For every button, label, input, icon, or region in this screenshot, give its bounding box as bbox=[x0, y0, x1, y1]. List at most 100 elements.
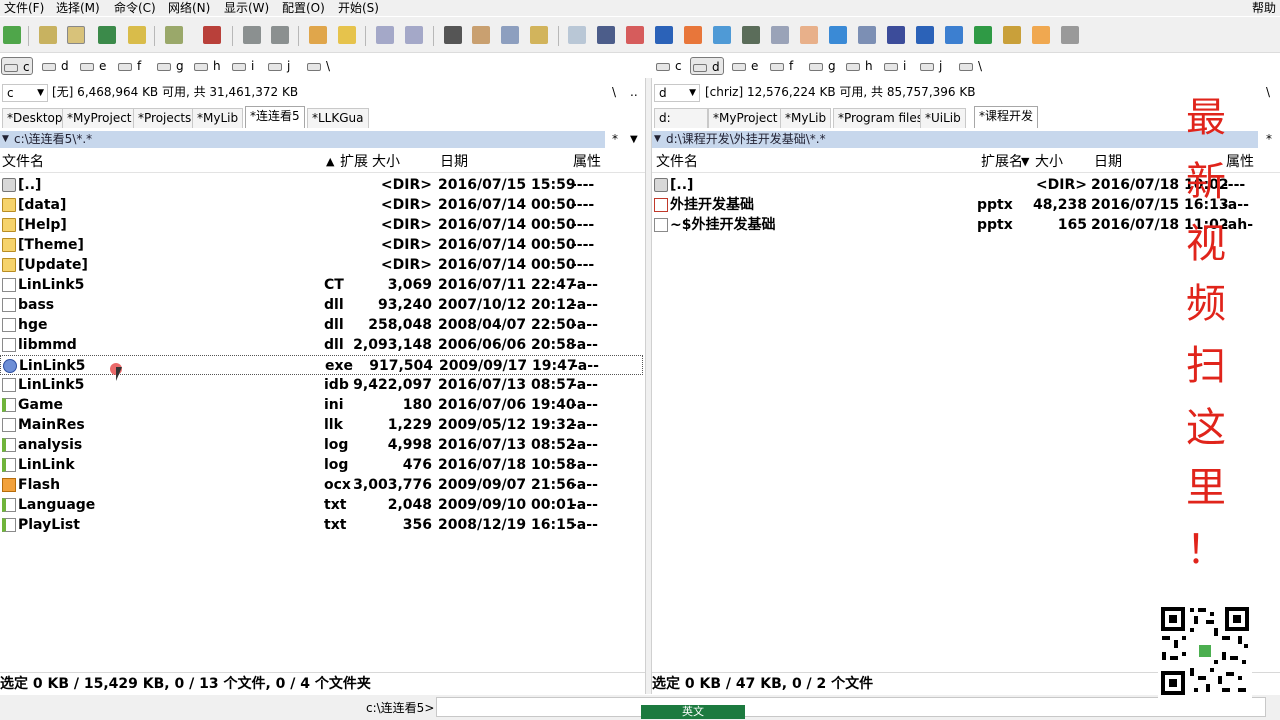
left-drive-d[interactable]: d bbox=[40, 57, 69, 75]
file-row[interactable]: MainRes llk 1,229 2009/05/12 19:32 -a-- bbox=[0, 415, 643, 435]
photo-icon[interactable] bbox=[684, 26, 702, 44]
notepad-icon[interactable] bbox=[568, 26, 586, 44]
left-col-name[interactable]: 文件名 bbox=[2, 151, 44, 173]
word-icon[interactable] bbox=[655, 26, 673, 44]
left-path-bar[interactable]: ▼ c:\连连看5\*.* bbox=[0, 131, 605, 148]
right-col-date[interactable]: 日期 bbox=[1094, 151, 1122, 173]
network-icon[interactable] bbox=[771, 26, 789, 44]
right-drive-e[interactable]: e bbox=[730, 57, 758, 75]
menu-start[interactable]: 开始(S) bbox=[338, 0, 379, 16]
right-root-button[interactable]: \ bbox=[1266, 81, 1280, 103]
unicode-icon[interactable] bbox=[858, 26, 876, 44]
control-panel-icon[interactable] bbox=[713, 26, 731, 44]
left-history-dropdown-icon[interactable]: ▼ bbox=[630, 131, 638, 148]
left-filter-star[interactable]: * bbox=[612, 131, 618, 148]
right-col-attr[interactable]: 属性 bbox=[1226, 151, 1254, 173]
file-row[interactable]: Game ini 180 2016/07/06 19:40 -a-- bbox=[0, 395, 643, 415]
left-drive-e[interactable]: e bbox=[78, 57, 106, 75]
right-drive-combo[interactable]: d ▼ bbox=[654, 84, 700, 102]
right-col-name[interactable]: 文件名 bbox=[656, 151, 698, 173]
file-row[interactable]: Flash ocx 3,003,776 2009/09/07 21:56 -a-- bbox=[0, 475, 643, 495]
brief-view-icon[interactable] bbox=[39, 26, 57, 44]
file-row[interactable]: hge dll 258,048 2008/04/07 22:50 -a-- bbox=[0, 315, 643, 335]
left-tab-myproject[interactable]: *MyProject bbox=[62, 108, 137, 128]
left-drive-h[interactable]: h bbox=[192, 57, 221, 75]
left-tab-desktop[interactable]: *Desktop bbox=[2, 108, 68, 128]
right-tab-myproject[interactable]: *MyProject bbox=[708, 108, 783, 128]
command-input[interactable] bbox=[436, 697, 1266, 717]
monkey-icon[interactable] bbox=[1003, 26, 1021, 44]
right-tab-course-dev[interactable]: *课程开发 bbox=[974, 106, 1039, 128]
right-drive-network[interactable]: \ bbox=[957, 57, 982, 75]
file-row[interactable]: analysis log 4,998 2016/07/13 08:52 -a-- bbox=[0, 435, 643, 455]
menu-network[interactable]: 网络(N) bbox=[168, 0, 210, 16]
left-col-attr[interactable]: 属性 bbox=[573, 151, 601, 173]
color-picker-icon[interactable] bbox=[829, 26, 847, 44]
dictionary-icon[interactable] bbox=[945, 26, 963, 44]
right-drive-c[interactable]: c bbox=[654, 57, 682, 75]
right-drive-f[interactable]: f bbox=[768, 57, 793, 75]
unpack-icon[interactable] bbox=[338, 26, 356, 44]
left-root-button[interactable]: \ bbox=[612, 81, 626, 103]
file-row[interactable]: LinLink5 exe 917,504 2009/09/17 19:47 -a-- bbox=[0, 355, 643, 375]
menu-help[interactable]: 帮助 bbox=[1252, 0, 1276, 16]
right-tab-d[interactable]: d: bbox=[654, 108, 708, 128]
multi-rename-icon[interactable] bbox=[472, 26, 490, 44]
back-arrow-icon[interactable] bbox=[243, 26, 261, 44]
right-path-bar[interactable]: ▼ d:\课程开发\外挂开发基础\*.* bbox=[652, 131, 1258, 148]
copy-names-icon[interactable] bbox=[530, 26, 548, 44]
panel-divider[interactable] bbox=[645, 78, 652, 694]
thumbnail-view-icon[interactable] bbox=[98, 26, 116, 44]
right-drive-d[interactable]: d bbox=[690, 57, 724, 75]
right-filter-star[interactable]: * bbox=[1266, 131, 1272, 148]
url-connect-icon[interactable] bbox=[405, 26, 423, 44]
invert-selection-icon[interactable] bbox=[165, 26, 183, 44]
menu-config[interactable]: 配置(O) bbox=[282, 0, 325, 16]
wps-icon[interactable] bbox=[916, 26, 934, 44]
file-row[interactable]: [Help] <DIR> 2016/07/14 00:50 ---- bbox=[0, 215, 643, 235]
search-icon[interactable] bbox=[444, 26, 462, 44]
file-row[interactable]: [data] <DIR> 2016/07/14 00:50 ---- bbox=[0, 195, 643, 215]
file-row[interactable]: [Theme] <DIR> 2016/07/14 00:50 ---- bbox=[0, 235, 643, 255]
left-up-button[interactable]: .. bbox=[630, 81, 644, 103]
left-tab-mylib[interactable]: *MyLib bbox=[192, 108, 244, 128]
file-row[interactable]: LinLink5 idb 9,422,097 2016/07/13 08:57 -a-- bbox=[0, 375, 643, 395]
right-drive-g[interactable]: g bbox=[807, 57, 836, 75]
right-drive-j[interactable]: j bbox=[918, 57, 942, 75]
detail-view-icon[interactable] bbox=[67, 26, 85, 44]
refresh-icon[interactable] bbox=[3, 26, 21, 44]
file-row[interactable]: [..] <DIR> 2016/07/15 15:59 ---- bbox=[0, 175, 643, 195]
menu-command[interactable]: 命令(C) bbox=[114, 0, 156, 16]
terminal-icon[interactable] bbox=[742, 26, 760, 44]
menu-select[interactable]: 选择(M) bbox=[56, 0, 100, 16]
compare-icon[interactable] bbox=[203, 26, 221, 44]
ime-status-bar[interactable]: 英文 bbox=[641, 705, 745, 719]
visual-studio-icon[interactable] bbox=[887, 26, 905, 44]
left-tab-lianliankan5[interactable]: *连连看5 bbox=[245, 106, 305, 128]
paint-icon[interactable] bbox=[626, 26, 644, 44]
file-row[interactable]: LinLink log 476 2016/07/18 10:58 -a-- bbox=[0, 455, 643, 475]
file-row[interactable]: Language txt 2,048 2009/09/10 00:01 -a-- bbox=[0, 495, 643, 515]
menu-file[interactable]: 文件(F) bbox=[4, 0, 44, 16]
left-drive-f[interactable]: f bbox=[116, 57, 141, 75]
sync-dirs-icon[interactable] bbox=[501, 26, 519, 44]
right-drive-h[interactable]: h bbox=[844, 57, 873, 75]
left-col-date[interactable]: 日期 bbox=[440, 151, 468, 173]
right-col-size[interactable]: 大小 bbox=[1035, 151, 1063, 173]
media-icon[interactable] bbox=[800, 26, 818, 44]
right-tab-uilib[interactable]: *UiLib bbox=[920, 108, 966, 128]
left-tab-projects[interactable]: *Projects bbox=[133, 108, 197, 128]
left-drive-j[interactable]: j bbox=[266, 57, 290, 75]
left-col-ext[interactable]: 扩展 bbox=[340, 151, 368, 173]
file-row[interactable]: LinLink5 CT 3,069 2016/07/11 22:47 -a-- bbox=[0, 275, 643, 295]
qq-icon[interactable] bbox=[1032, 26, 1050, 44]
settings-icon[interactable] bbox=[1061, 26, 1079, 44]
ftp-connect-icon[interactable] bbox=[376, 26, 394, 44]
left-drive-i[interactable]: i bbox=[230, 57, 254, 75]
file-row[interactable]: libmmd dll 2,093,148 2006/06/06 20:58 -a-- bbox=[0, 335, 643, 355]
pack-icon[interactable] bbox=[309, 26, 327, 44]
left-drive-c[interactable]: c bbox=[1, 57, 33, 75]
menu-view[interactable]: 显示(W) bbox=[224, 0, 269, 16]
left-drive-g[interactable]: g bbox=[155, 57, 184, 75]
file-row[interactable]: [Update] <DIR> 2016/07/14 00:50 ---- bbox=[0, 255, 643, 275]
